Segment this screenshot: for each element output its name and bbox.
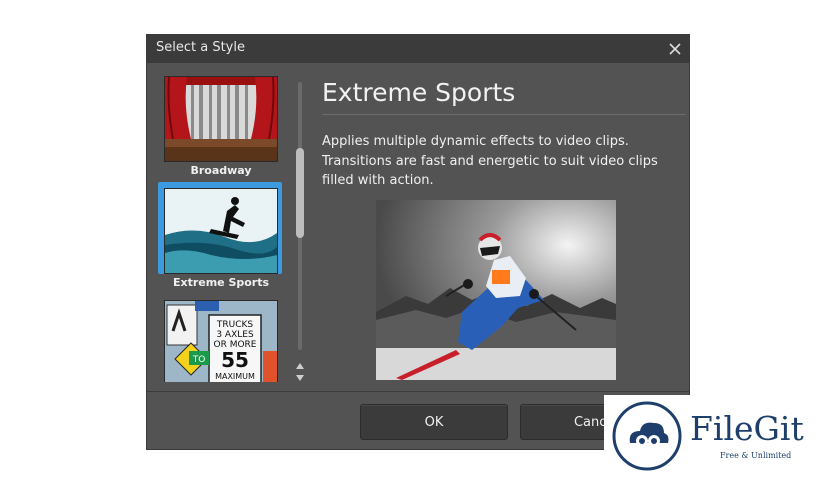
filegit-logo <box>610 399 684 477</box>
scroll-up-arrow-icon[interactable] <box>295 356 305 369</box>
filegit-watermark: FileGit Free & Unlimited <box>604 395 836 484</box>
style-description: Applies multiple dynamic effects to vide… <box>322 134 658 188</box>
style-list-scrollbar[interactable] <box>296 82 304 382</box>
style-item-broadway[interactable]: Broadway <box>156 74 286 180</box>
scroll-thumb[interactable] <box>296 148 304 238</box>
sign-axles-text: 3 AXLES <box>216 330 254 340</box>
extreme-sports-thumbnail <box>164 188 278 274</box>
footer-divider <box>146 391 690 392</box>
scroll-down-arrow-icon[interactable] <box>295 368 305 381</box>
selected-style-title: Extreme Sports <box>322 78 516 107</box>
style-label-extreme-sports: Extreme Sports <box>172 276 270 289</box>
titlebar: Select a Style <box>146 34 690 63</box>
style-label-broadway: Broadway <box>190 164 252 177</box>
watermark-tagline: Free & Unlimited <box>720 451 792 460</box>
style-item-road-signs[interactable]: TRUCKS 3 AXLES OR MORE 55 MAXIMUM TO <box>156 298 286 382</box>
sign-trucks-text: TRUCKS <box>216 320 254 330</box>
broadway-thumbnail <box>164 76 278 162</box>
dialog-title: Select a Style <box>156 40 245 55</box>
style-item-extreme-sports[interactable]: Extreme Sports <box>156 186 286 292</box>
detail-divider <box>322 114 686 115</box>
close-icon[interactable] <box>664 38 686 60</box>
sign-maximum-text: MAXIMUM <box>215 372 255 381</box>
style-detail-panel: Extreme Sports Applies multiple dynamic … <box>322 74 686 384</box>
style-list[interactable]: Broadway Extreme Sports TRUCKS 3 AXLES O… <box>156 74 286 382</box>
ok-button[interactable]: OK <box>360 404 508 440</box>
select-style-dialog: Select a Style Broadway Extreme Sports T… <box>146 34 690 450</box>
style-preview-image <box>376 200 616 380</box>
watermark-name: FileGit <box>690 409 804 448</box>
sign-speed-text: 55 <box>221 348 249 372</box>
road-signs-thumbnail: TRUCKS 3 AXLES OR MORE 55 MAXIMUM TO <box>164 300 278 382</box>
sign-to-text: TO <box>192 355 206 365</box>
